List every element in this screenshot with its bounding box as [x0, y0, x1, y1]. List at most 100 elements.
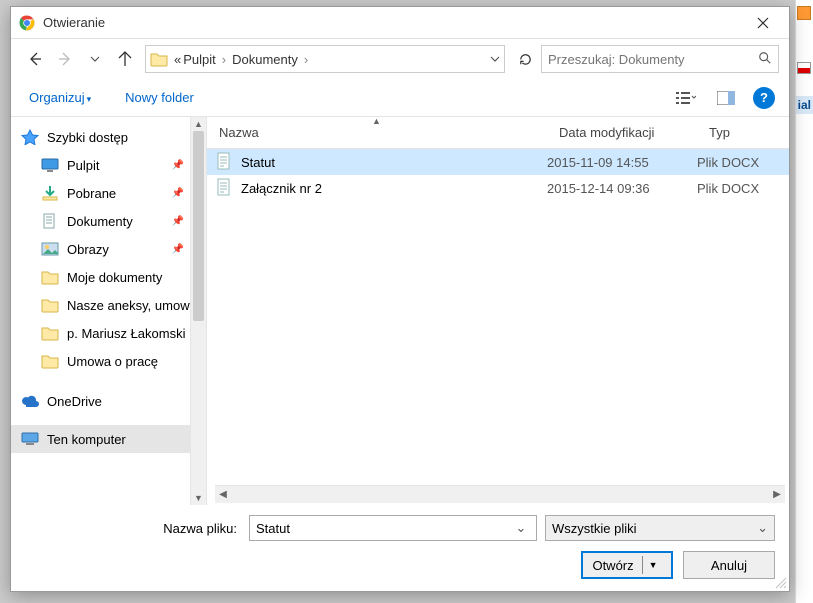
tree-label: Umowa o pracę: [67, 354, 158, 369]
chevron-down-icon: ⌄: [757, 520, 768, 536]
breadcrumb-item[interactable]: Dokumenty: [232, 52, 298, 67]
filename-input[interactable]: [256, 521, 512, 536]
search-box[interactable]: [541, 45, 779, 73]
view-mode-button[interactable]: [669, 85, 703, 111]
file-open-dialog: Otwieranie « Pulpit › Dokumenty: [10, 6, 790, 592]
tree-label: Pulpit: [67, 158, 100, 173]
filter-label: Wszystkie pliki: [552, 521, 637, 536]
new-folder-button[interactable]: Nowy folder: [121, 84, 198, 111]
chevron-down-icon[interactable]: ⌄: [512, 520, 530, 536]
file-name: Załącznik nr 2: [241, 181, 547, 196]
address-bar[interactable]: « Pulpit › Dokumenty ›: [145, 45, 505, 73]
cancel-button[interactable]: Anuluj: [683, 551, 775, 579]
refresh-icon: [518, 52, 533, 67]
file-list: Statut2015-11-09 14:55Plik DOCXZałącznik…: [207, 149, 789, 485]
tree-item[interactable]: Moje dokumenty: [11, 263, 190, 291]
scroll-up-icon[interactable]: ▲: [191, 117, 206, 131]
tree-label: Ten komputer: [47, 432, 126, 447]
nav-tree: Szybki dostęp Pulpit📌Pobrane📌Dokumenty📌O…: [11, 117, 207, 505]
tree-item[interactable]: Nasze aneksy, umowy: [11, 291, 190, 319]
tree-scrollbar[interactable]: ▲ ▼: [190, 117, 206, 505]
toolbar: Organizuj▾ Nowy folder ?: [11, 79, 789, 117]
close-button[interactable]: [741, 8, 785, 38]
help-button[interactable]: ?: [753, 87, 775, 109]
chevron-down-icon: ▾: [87, 94, 92, 104]
column-label: Typ: [709, 125, 730, 140]
file-name: Statut: [241, 155, 547, 170]
breadcrumb: « Pulpit › Dokumenty ›: [174, 52, 490, 67]
tree-label: p. Mariusz Łakomski: [67, 326, 185, 341]
titlebar: Otwieranie: [11, 7, 789, 39]
open-button[interactable]: Otwórz ▼: [581, 551, 673, 579]
file-row[interactable]: Załącznik nr 22015-12-14 09:36Plik DOCX: [207, 175, 789, 201]
scroll-left-icon[interactable]: ◀: [215, 486, 231, 503]
tree-item[interactable]: p. Mariusz Łakomski: [11, 319, 190, 347]
tree-item[interactable]: Pobrane 📌: [11, 179, 190, 207]
tree-item[interactable]: Obrazy 📌: [11, 235, 190, 263]
open-split-dropdown[interactable]: ▼: [642, 556, 662, 574]
dialog-title: Otwieranie: [43, 15, 741, 30]
nav-row: « Pulpit › Dokumenty ›: [11, 39, 789, 79]
open-label: Otwórz: [592, 558, 633, 573]
breadcrumb-prefix: «: [174, 52, 181, 67]
forward-button[interactable]: [51, 45, 79, 73]
tree-label: OneDrive: [47, 394, 102, 409]
bg-flag-icon: [797, 62, 811, 74]
tree-label: Obrazy: [67, 242, 109, 257]
cancel-label: Anuluj: [711, 558, 747, 573]
filename-label: Nazwa pliku:: [25, 521, 241, 536]
column-date[interactable]: Data modyfikacji: [547, 117, 697, 148]
resize-grip-icon[interactable]: [773, 575, 787, 589]
column-label: Nazwa: [219, 125, 259, 140]
arrow-right-icon: [57, 51, 73, 67]
tree-label: Pobrane: [67, 186, 116, 201]
recent-dropdown[interactable]: [81, 45, 109, 73]
pin-icon: 📌: [172, 244, 184, 255]
arrow-left-icon: [27, 51, 43, 67]
breadcrumb-item[interactable]: Pulpit: [183, 52, 216, 67]
scroll-thumb[interactable]: [193, 131, 204, 321]
tree-this-pc[interactable]: Ten komputer: [11, 425, 190, 453]
tree-item[interactable]: Dokumenty📌: [11, 207, 190, 235]
file-list-area: Nazwa ▲ Data modyfikacji Typ Statut2015-…: [207, 117, 789, 505]
file-row[interactable]: Statut2015-11-09 14:55Plik DOCX: [207, 149, 789, 175]
tree-onedrive[interactable]: OneDrive: [11, 387, 190, 415]
sort-asc-icon: ▲: [372, 116, 381, 126]
pin-icon: 📌: [172, 216, 184, 227]
file-type-filter[interactable]: Wszystkie pliki ⌄: [545, 515, 775, 541]
file-type: Plik DOCX: [697, 181, 789, 196]
pin-icon: 📌: [172, 188, 184, 199]
tree-label: Nasze aneksy, umowy: [67, 298, 190, 313]
star-icon: [21, 129, 39, 145]
tree-item[interactable]: Umowa o pracę: [11, 347, 190, 375]
file-date: 2015-12-14 09:36: [547, 181, 697, 196]
help-icon: ?: [760, 90, 768, 105]
chrome-icon: [19, 15, 35, 31]
column-name[interactable]: Nazwa ▲: [207, 117, 547, 148]
organize-label: Organizuj: [29, 90, 85, 105]
up-button[interactable]: [111, 45, 139, 73]
refresh-button[interactable]: [511, 45, 539, 73]
chevron-right-icon: ›: [300, 52, 312, 67]
file-date: 2015-11-09 14:55: [547, 155, 697, 170]
column-label: Data modyfikacji: [559, 125, 654, 140]
tree-quick-access[interactable]: Szybki dostęp: [11, 123, 190, 151]
dialog-footer: Nazwa pliku: ⌄ Wszystkie pliki ⌄ Otwórz …: [11, 505, 789, 591]
tree-item[interactable]: Pulpit📌: [11, 151, 190, 179]
scroll-down-icon[interactable]: ▼: [191, 491, 206, 505]
chevron-down-icon[interactable]: [490, 54, 500, 64]
arrow-up-icon: [117, 51, 133, 67]
preview-pane-button[interactable]: [709, 85, 743, 111]
search-input[interactable]: [548, 52, 758, 67]
scroll-right-icon[interactable]: ▶: [769, 486, 785, 503]
dialog-body: Szybki dostęp Pulpit📌Pobrane📌Dokumenty📌O…: [11, 117, 789, 505]
horizontal-scrollbar[interactable]: ◀ ▶: [215, 485, 785, 503]
background-app-fragment: ial: [795, 0, 813, 603]
document-icon: [215, 152, 241, 173]
preview-pane-icon: [717, 91, 735, 105]
tree-label: Moje dokumenty: [67, 270, 162, 285]
organize-menu[interactable]: Organizuj▾: [25, 84, 95, 111]
filename-combobox[interactable]: ⌄: [249, 515, 537, 541]
back-button[interactable]: [21, 45, 49, 73]
column-type[interactable]: Typ: [697, 117, 789, 148]
